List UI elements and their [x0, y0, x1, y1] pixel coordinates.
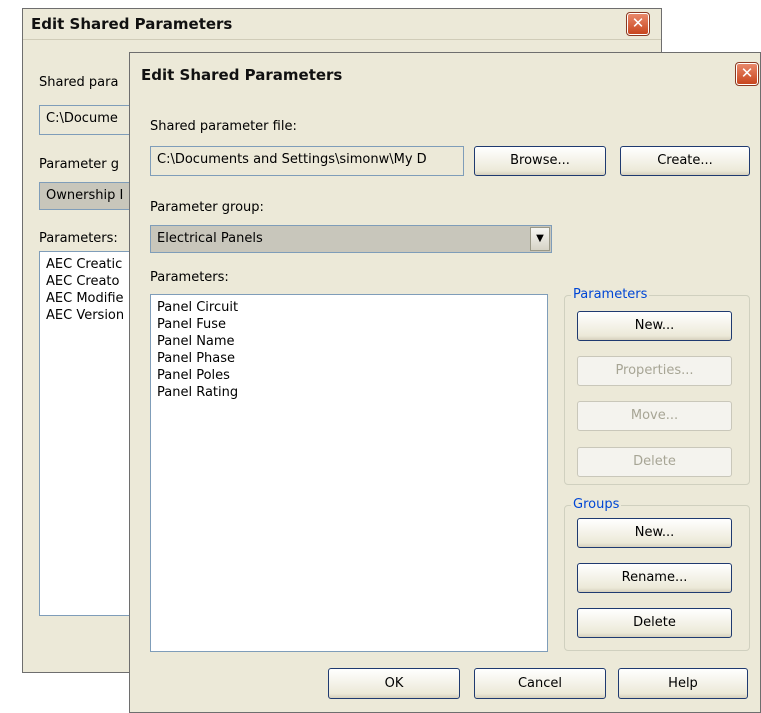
list-item[interactable]: AEC Version	[46, 307, 132, 324]
back-parameter-group-label: Parameter g	[39, 157, 120, 172]
list-item[interactable]: Panel Fuse	[157, 316, 541, 333]
group-rename-button[interactable]: Rename...	[577, 563, 732, 593]
groups-groupbox-legend: Groups	[571, 497, 622, 513]
parameter-properties-button[interactable]: Properties...	[577, 356, 732, 386]
parameter-group-label: Parameter group:	[150, 200, 264, 215]
create-button[interactable]: Create...	[620, 146, 750, 176]
back-shared-file-field[interactable]: C:\Docume	[39, 105, 139, 135]
chevron-down-icon[interactable]: ▼	[530, 227, 550, 251]
parameters-list[interactable]: Panel Circuit Panel Fuse Panel Name Pane…	[150, 294, 548, 652]
ok-button[interactable]: OK	[328, 668, 460, 699]
back-parameters-label: Parameters:	[39, 231, 118, 246]
parameters-groupbox: Parameters New... Properties... Move... …	[564, 287, 750, 485]
parameter-group-value: Electrical Panels	[157, 231, 263, 246]
list-item[interactable]: Panel Poles	[157, 367, 541, 384]
list-item[interactable]: Panel Name	[157, 333, 541, 350]
cancel-button[interactable]: Cancel	[474, 668, 606, 699]
help-button[interactable]: Help	[618, 668, 748, 699]
back-dialog-titlebar[interactable]: Edit Shared Parameters ✕	[23, 9, 661, 40]
front-dialog-close-icon[interactable]: ✕	[735, 62, 759, 86]
browse-button[interactable]: Browse...	[474, 146, 606, 176]
back-shared-file-label: Shared para	[39, 75, 119, 90]
parameters-label: Parameters:	[150, 270, 229, 285]
list-item[interactable]: AEC Creatic	[46, 256, 132, 273]
shared-file-field[interactable]: C:\Documents and Settings\simonw\My D	[150, 146, 464, 176]
back-dialog-close-icon[interactable]: ✕	[626, 12, 650, 36]
back-dialog-title: Edit Shared Parameters	[31, 15, 233, 33]
parameters-groupbox-legend: Parameters	[571, 287, 650, 303]
list-item[interactable]: AEC Modifie	[46, 290, 132, 307]
groups-groupbox: Groups New... Rename... Delete	[564, 497, 750, 651]
shared-file-label: Shared parameter file:	[150, 119, 297, 134]
list-item[interactable]: AEC Creato	[46, 273, 132, 290]
group-new-button[interactable]: New...	[577, 518, 732, 548]
parameter-delete-button[interactable]: Delete	[577, 447, 732, 477]
parameter-group-select[interactable]: Electrical Panels ▼	[150, 225, 552, 253]
front-dialog-titlebar[interactable]: Edit Shared Parameters ✕	[130, 53, 760, 95]
back-parameters-list[interactable]: AEC Creatic AEC Creato AEC Modifie AEC V…	[39, 251, 139, 616]
list-item[interactable]: Panel Circuit	[157, 299, 541, 316]
front-dialog-title: Edit Shared Parameters	[141, 66, 343, 84]
front-dialog: Edit Shared Parameters ✕ Shared paramete…	[129, 52, 761, 713]
parameter-move-button[interactable]: Move...	[577, 401, 732, 431]
parameter-new-button[interactable]: New...	[577, 311, 732, 341]
list-item[interactable]: Panel Phase	[157, 350, 541, 367]
back-parameter-group-select[interactable]: Ownership I	[39, 182, 139, 210]
list-item[interactable]: Panel Rating	[157, 384, 541, 401]
group-delete-button[interactable]: Delete	[577, 608, 732, 638]
